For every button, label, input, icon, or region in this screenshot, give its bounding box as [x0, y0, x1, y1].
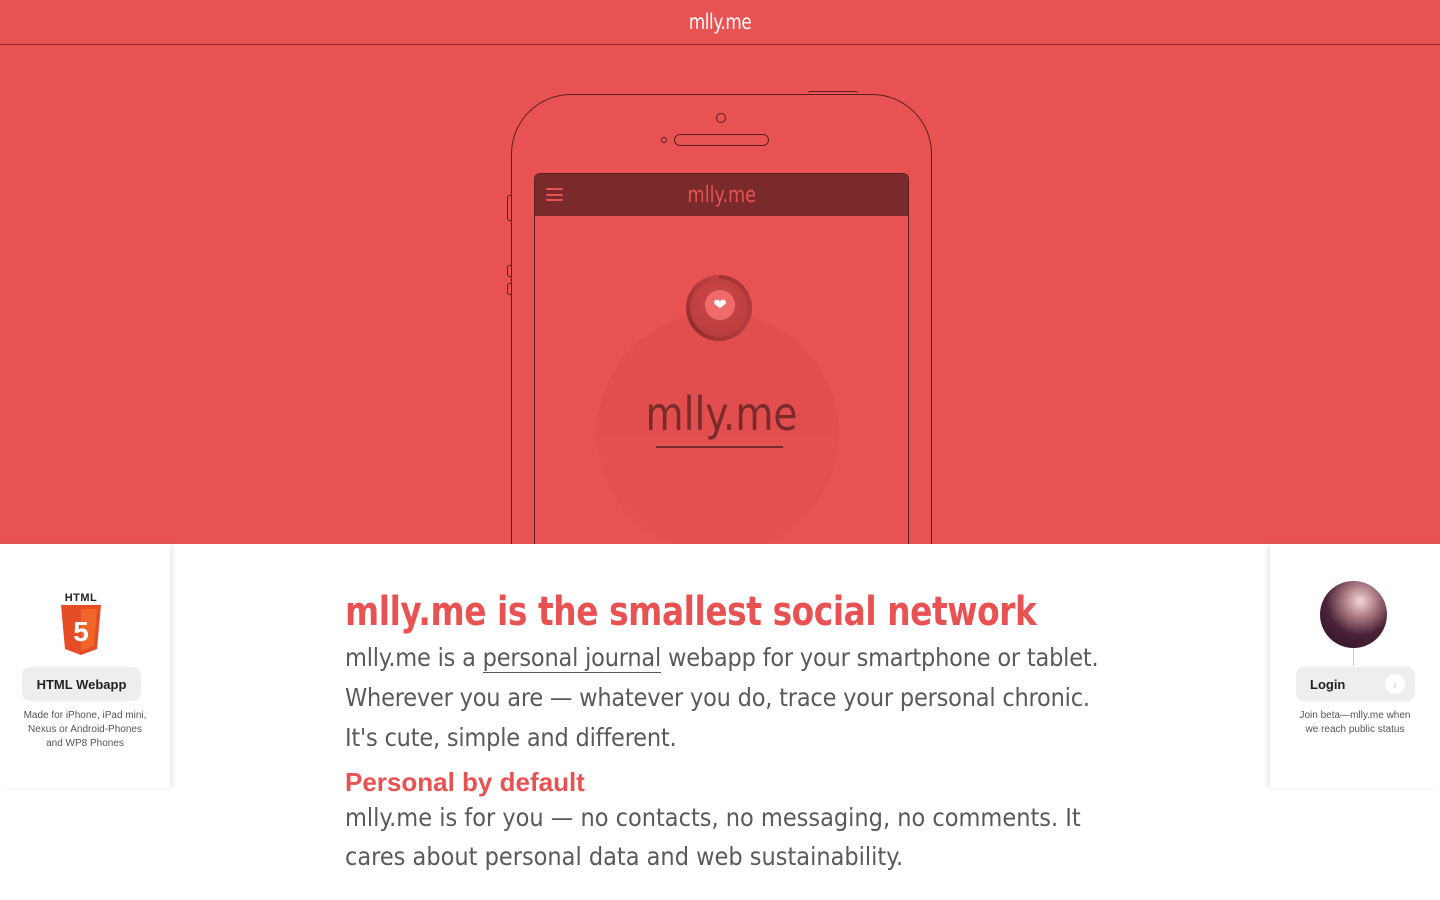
intro-text-start: mlly.me is a — [345, 643, 483, 672]
screen-wordmark: mlly.me — [645, 387, 798, 441]
hero-section: mlly.me ❤ mlly.me — [0, 45, 1440, 544]
phone-side-button — [507, 195, 511, 221]
html5-word: HTML — [64, 592, 98, 604]
html5-icon: HTML 5 — [56, 592, 106, 657]
phone-volume-up — [507, 265, 511, 277]
intro-paragraph: mlly.me is a personal journal webapp for… — [345, 638, 1105, 758]
device-support-note: Made for iPhone, iPad mini, Nexus or And… — [23, 710, 147, 749]
html5-shield-icon: 5 — [61, 605, 101, 655]
chevron-right-icon: › — [1385, 674, 1405, 694]
phone-speaker — [674, 134, 769, 146]
phone-screen: mlly.me ❤ mlly.me — [534, 173, 909, 544]
beta-note: Join beta—mlly.me when we reach public s… — [1299, 710, 1411, 735]
html5-number: 5 — [73, 616, 89, 647]
wordmark-underline — [656, 446, 783, 448]
section-heading: Personal by default — [345, 767, 585, 797]
top-bar: mlly.me — [0, 0, 1440, 45]
main-content: mlly.me is the smallest social network m… — [345, 586, 1105, 876]
phone-volume-down — [507, 283, 511, 295]
main-heading: mlly.me is the smallest social network — [345, 589, 1037, 635]
app-title: mlly.me — [687, 182, 756, 208]
brand-logo[interactable]: mlly.me — [689, 10, 752, 34]
heart-icon: ❤ — [705, 290, 735, 320]
avatar-connector — [1353, 648, 1354, 666]
login-button[interactable]: Login › — [1296, 667, 1415, 701]
app-bar: mlly.me — [535, 174, 908, 216]
right-panel: Login › Join beta—mlly.me when we reach … — [1270, 544, 1440, 788]
phone-camera — [716, 113, 726, 123]
menu-icon[interactable] — [546, 188, 563, 201]
personal-journal-link[interactable]: personal journal — [482, 643, 661, 673]
avatar — [1320, 581, 1387, 648]
left-panel: HTML 5 HTML Webapp Made for iPhone, iPad… — [0, 544, 170, 788]
html-webapp-button[interactable]: HTML Webapp — [22, 667, 141, 701]
login-label: Login — [1310, 676, 1346, 692]
section-paragraph: mlly.me is for you — no contacts, no mes… — [345, 803, 1081, 871]
phone-sensor — [661, 137, 667, 143]
